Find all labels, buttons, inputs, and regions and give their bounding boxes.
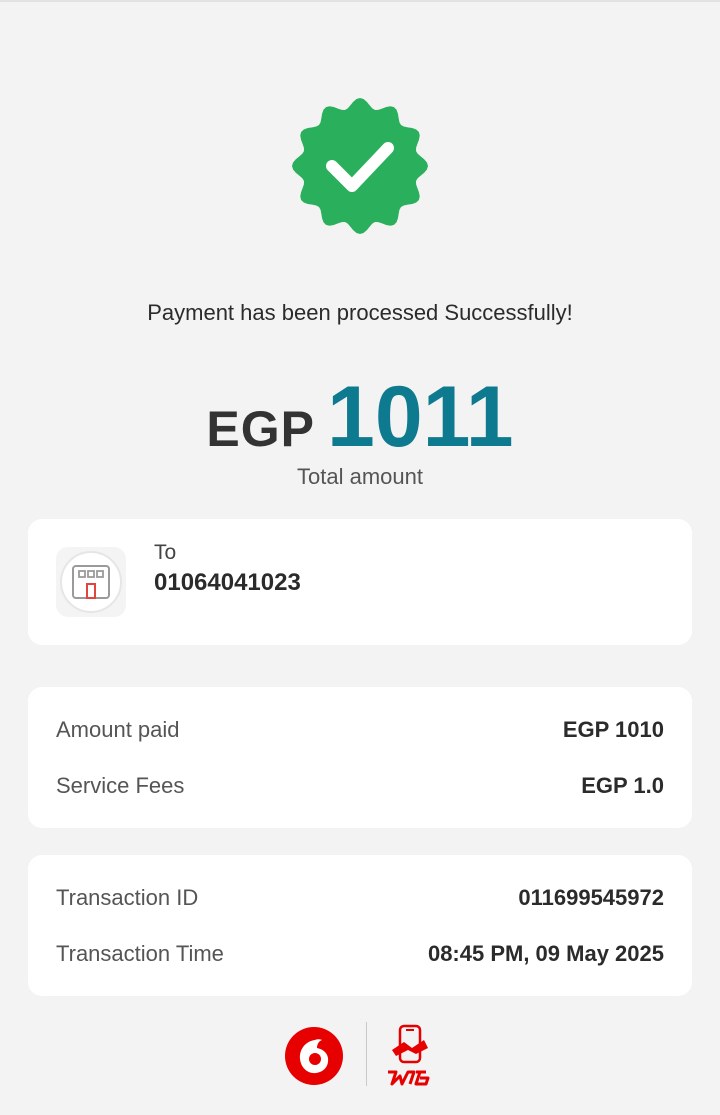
success-message: Payment has been processed Successfully! [147,300,573,325]
amount-paid-value: EGP 1010 [562,717,664,742]
transaction-time-label: Transaction Time [56,941,224,966]
recipient-number: 01064041023 [154,569,301,596]
transaction-time-value: 08:45 PM, 09 May 2025 [427,941,664,966]
merchant-store-icon [56,547,126,617]
total-amount-label: Total amount [297,464,423,489]
recipient-card: To 01064041023 [28,519,692,645]
transaction-id-value: 011699545972 [518,885,664,910]
total-amount: EGP 1011 [0,368,720,465]
check-badge-icon [292,98,428,234]
transaction-card: Transaction ID 011699545972 Transaction … [28,855,692,996]
amount-paid-label: Amount paid [56,717,180,742]
service-fees-value: EGP 1.0 [581,773,664,798]
vodafone-cash-logo [388,1024,430,1086]
top-divider [0,0,720,2]
transaction-id-row: Transaction ID 011699545972 [56,883,664,913]
service-fees-label: Service Fees [56,773,185,798]
transaction-time-row: Transaction Time 08:45 PM, 09 May 2025 [56,939,664,969]
amounts-card: Amount paid EGP 1010 Service Fees EGP 1.… [28,687,692,828]
total-currency: EGP [206,401,315,457]
footer-logos [0,1018,720,1090]
service-fees-row: Service Fees EGP 1.0 [56,771,664,801]
total-value: 1011 [327,369,514,465]
vodafone-logo [285,1027,343,1085]
amount-paid-row: Amount paid EGP 1010 [56,715,664,745]
transaction-id-label: Transaction ID [56,885,199,910]
footer-divider [366,1022,367,1086]
recipient-label: To [154,541,177,564]
